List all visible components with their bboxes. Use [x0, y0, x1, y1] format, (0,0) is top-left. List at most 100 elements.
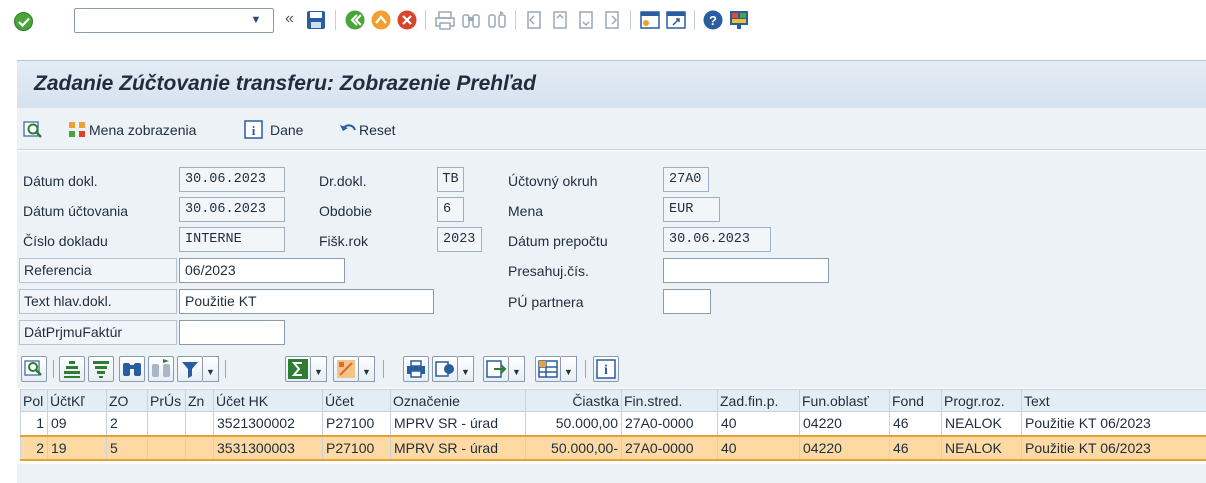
table-cell[interactable]: MPRV SR - úrad	[390, 411, 526, 436]
doc-type-field[interactable]: TB	[437, 167, 464, 192]
sort-descending-button[interactable]	[88, 356, 114, 382]
find-next-icon[interactable]	[486, 9, 508, 31]
chevron-down-icon[interactable]: ▼	[509, 356, 525, 382]
column-header[interactable]: Označenie	[390, 389, 526, 412]
column-header[interactable]: Progr.roz.	[941, 389, 1022, 412]
column-header[interactable]: Zn	[185, 389, 214, 412]
table-cell[interactable]: 2	[20, 434, 48, 461]
doc-date-field[interactable]: 30.06.2023	[179, 167, 285, 192]
find-next-button[interactable]	[148, 356, 174, 382]
table-cell[interactable]	[147, 434, 186, 461]
period-field[interactable]: 6	[437, 197, 464, 222]
table-cell[interactable]: Použitie KT 06/2023	[1021, 411, 1206, 436]
table-cell[interactable]: 2	[106, 411, 148, 436]
table-cell[interactable]	[185, 411, 214, 436]
table-cell[interactable]: 46	[889, 411, 942, 436]
table-cell[interactable]: 27A0-0000	[621, 411, 718, 436]
table-cell[interactable]: 3521300002	[213, 411, 323, 436]
table-cell[interactable]: P27100	[322, 411, 391, 436]
column-header[interactable]: Účet HK	[213, 389, 323, 412]
column-header[interactable]: ZO	[106, 389, 148, 412]
table-cell[interactable]: 04220	[799, 434, 890, 461]
last-page-icon[interactable]	[601, 9, 623, 31]
column-header[interactable]: PrÚs	[147, 389, 186, 412]
column-header[interactable]: Fin.stred.	[621, 389, 718, 412]
sort-ascending-button[interactable]	[59, 356, 85, 382]
table-cell[interactable]: 46	[889, 434, 942, 461]
table-cell[interactable]: 3531300003	[213, 434, 323, 461]
table-cell[interactable]: P27100	[322, 434, 391, 461]
back-icon[interactable]	[344, 9, 366, 31]
chevron-down-icon[interactable]: ▼	[246, 12, 266, 28]
column-header[interactable]: Fun.oblasť	[799, 389, 890, 412]
next-page-icon[interactable]	[575, 9, 597, 31]
print-preview-button[interactable]	[403, 356, 429, 382]
column-header[interactable]: Fond	[889, 389, 942, 412]
enter-icon[interactable]	[14, 12, 33, 31]
table-cell[interactable]: 50.000,00-	[525, 434, 622, 461]
shortcut-icon[interactable]	[665, 9, 687, 31]
command-field[interactable]	[74, 8, 274, 33]
table-cell[interactable]	[185, 434, 214, 461]
find-icon[interactable]	[460, 9, 482, 31]
header-text-field[interactable]: Použitie KT	[179, 289, 434, 314]
export-button[interactable]	[483, 356, 509, 382]
details-button[interactable]	[21, 356, 47, 382]
table-row-selected[interactable]: 2 19 5 3531300003 P27100 MPRV SR - úrad …	[20, 434, 1206, 461]
doc-number-field[interactable]: INTERNE	[179, 227, 285, 252]
currency-field[interactable]: EUR	[663, 197, 720, 222]
table-cell[interactable]: 27A0-0000	[621, 434, 718, 461]
table-cell[interactable]: 1	[20, 411, 48, 436]
collapse-icon[interactable]: «	[285, 10, 294, 28]
table-cell[interactable]: 19	[47, 434, 107, 461]
display-document-button[interactable]	[23, 119, 45, 141]
subtotal-button[interactable]	[333, 356, 359, 382]
company-code-field[interactable]: 27A0	[663, 167, 709, 192]
invoice-receipt-date-field[interactable]	[179, 320, 285, 345]
reset-button[interactable]: Reset	[337, 119, 396, 141]
column-header[interactable]: Účet	[322, 389, 391, 412]
previous-page-icon[interactable]	[549, 9, 571, 31]
chevron-down-icon[interactable]: ▼	[359, 356, 375, 382]
save-icon[interactable]	[305, 9, 327, 31]
table-cell[interactable]: NEALOK	[941, 434, 1022, 461]
cancel-icon[interactable]	[396, 9, 418, 31]
column-header[interactable]: Čiastka	[525, 389, 622, 412]
table-cell[interactable]: 09	[47, 411, 107, 436]
create-session-icon[interactable]	[639, 9, 661, 31]
posting-date-field[interactable]: 30.06.2023	[179, 197, 285, 222]
cross-cc-number-field[interactable]	[663, 258, 829, 283]
table-cell[interactable]: 40	[717, 411, 800, 436]
layout-button[interactable]	[535, 356, 561, 382]
table-cell[interactable]: MPRV SR - úrad	[390, 434, 526, 461]
translation-date-field[interactable]: 30.06.2023	[663, 227, 771, 252]
views-button[interactable]	[432, 356, 458, 382]
column-header[interactable]: ÚčtKľ	[47, 389, 107, 412]
table-cell[interactable]: 40	[717, 434, 800, 461]
trading-partner-field[interactable]	[663, 289, 711, 314]
taxes-button[interactable]: i Dane	[243, 119, 303, 141]
chevron-down-icon[interactable]: ▼	[561, 356, 577, 382]
first-page-icon[interactable]	[523, 9, 545, 31]
chevron-down-icon[interactable]: ▼	[311, 356, 327, 382]
table-cell[interactable]: 5	[106, 434, 148, 461]
info-button[interactable]: i	[593, 356, 619, 382]
chevron-down-icon[interactable]: ▼	[458, 356, 474, 382]
chevron-down-icon[interactable]: ▼	[203, 356, 219, 382]
table-cell[interactable]: Použitie KT 06/2023	[1021, 434, 1206, 461]
column-header[interactable]: Text	[1021, 389, 1206, 412]
reference-field[interactable]: 06/2023	[179, 258, 345, 283]
find-button[interactable]	[119, 356, 145, 382]
help-icon[interactable]: ?	[702, 9, 724, 31]
exit-icon[interactable]	[370, 9, 392, 31]
customize-layout-icon[interactable]	[728, 9, 750, 31]
table-cell[interactable]: 04220	[799, 411, 890, 436]
print-icon[interactable]	[434, 9, 456, 31]
table-cell[interactable]: NEALOK	[941, 411, 1022, 436]
table-row[interactable]: 1 09 2 3521300002 P27100 MPRV SR - úrad …	[20, 411, 1206, 436]
table-cell[interactable]: 50.000,00	[525, 411, 622, 436]
column-header[interactable]: Pol	[20, 389, 48, 412]
table-cell[interactable]	[147, 411, 186, 436]
filter-button[interactable]	[177, 356, 203, 382]
fiscal-year-field[interactable]: 2023	[437, 227, 482, 252]
